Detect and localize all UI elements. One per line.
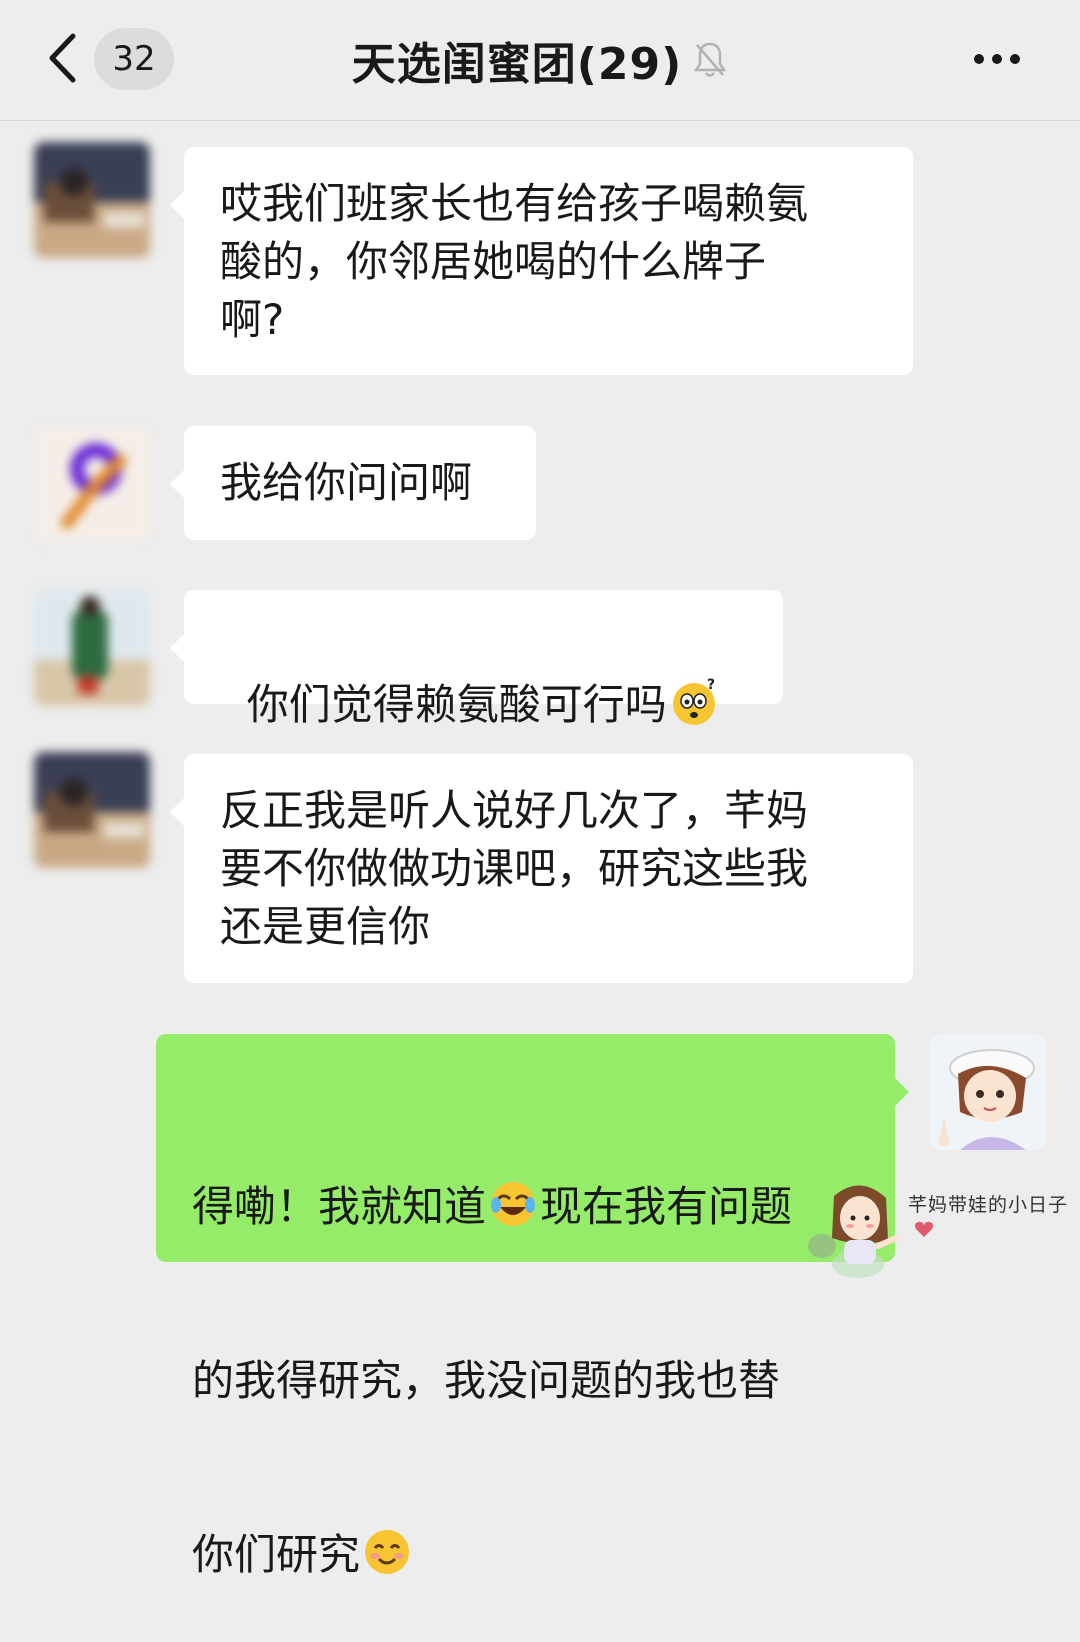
more-dot bbox=[992, 54, 1002, 64]
bell-muted-icon bbox=[692, 40, 728, 80]
message-line: 的我得研究，我没问题的我也替 bbox=[192, 1356, 781, 1405]
laughing-tears-emoji bbox=[491, 1182, 536, 1226]
more-dot bbox=[1010, 54, 1020, 64]
avatar[interactable] bbox=[34, 752, 150, 868]
message-bubble[interactable]: 你们觉得赖氨酸可行吗 ? bbox=[170, 590, 783, 729]
more-dot bbox=[974, 54, 984, 64]
message-bubble-mine[interactable]: 得嘞！我就知道 现在我有问题 的我得研究，我没问题的我也替 你们研究 bbox=[156, 1034, 909, 1579]
chat-header: 32 天选闺蜜团(29) bbox=[0, 0, 1080, 121]
chat-title[interactable]: 天选闺蜜团(29) bbox=[352, 28, 682, 92]
title-wrap: 天选闺蜜团(29) bbox=[0, 0, 1080, 120]
message-text: 得嘞！我就知道 bbox=[192, 1182, 487, 1231]
message-line: 得嘞！我就知道 现在我有问题 bbox=[192, 1178, 859, 1236]
confused-face-emoji: ? bbox=[672, 677, 715, 725]
avatar[interactable] bbox=[34, 142, 150, 258]
avatar[interactable] bbox=[34, 590, 150, 706]
my-avatar[interactable] bbox=[930, 1034, 1046, 1150]
watermark-text: 芊妈带娃的小日子 bbox=[908, 1194, 1069, 1216]
message-line: 你们研究 bbox=[192, 1526, 859, 1584]
message-bubble[interactable]: 反正我是听人说好几次了，芊妈 要不你做做功课吧，研究这些我 还是更信你 bbox=[170, 754, 913, 983]
message-text: 现在我有问题 bbox=[540, 1182, 793, 1231]
watermark-cartoon bbox=[804, 1176, 914, 1286]
heart-icon bbox=[914, 1220, 934, 1238]
message-text: 你们觉得赖氨酸可行吗 bbox=[246, 680, 667, 729]
message-bubble[interactable]: 我给你问问啊 bbox=[170, 426, 536, 540]
avatar[interactable] bbox=[34, 427, 150, 543]
more-button[interactable] bbox=[962, 34, 1032, 84]
smiling-face-emoji bbox=[365, 1530, 410, 1574]
message-bubble[interactable]: 哎我们班家长也有给孩子喝赖氨 酸的，你邻居她喝的什么牌子 啊? bbox=[170, 147, 913, 375]
svg-text:?: ? bbox=[707, 677, 715, 693]
message-text: 你们研究 bbox=[192, 1530, 361, 1579]
